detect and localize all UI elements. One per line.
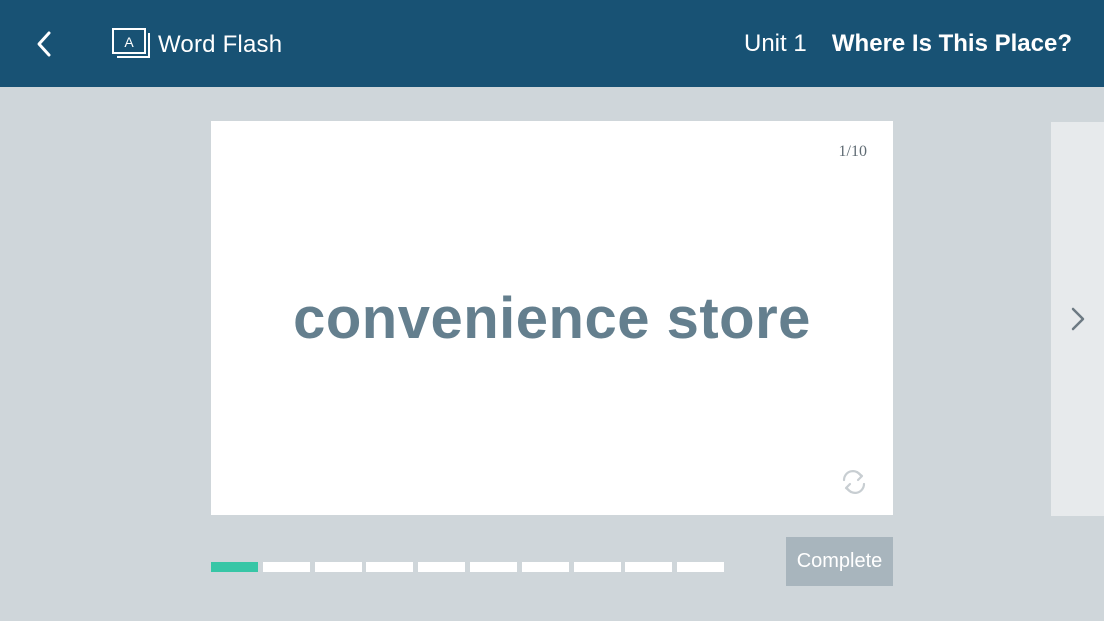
- next-card-button[interactable]: [1051, 122, 1104, 516]
- progress-segment: [211, 562, 258, 572]
- flashcard-icon: A: [111, 27, 153, 61]
- progress-segment: [470, 562, 517, 572]
- progress-segment: [314, 562, 362, 572]
- flashcard[interactable]: 1/10 convenience store: [211, 121, 893, 515]
- progress-segment: [573, 562, 621, 572]
- chevron-right-icon: [1071, 307, 1084, 331]
- progress-segment: [521, 562, 569, 572]
- progress-segment: [418, 562, 466, 572]
- flip-icon: [842, 470, 866, 494]
- flip-button[interactable]: [839, 467, 869, 497]
- top-bar: A Word Flash Unit 1 Where Is This Place?: [0, 0, 1104, 87]
- progress-segment: [677, 562, 725, 572]
- progress-segment: [262, 562, 310, 572]
- lesson-title: Where Is This Place?: [831, 30, 1072, 57]
- back-button[interactable]: [26, 26, 62, 62]
- progress-segment: [366, 562, 414, 572]
- chevron-left-icon: [37, 31, 51, 57]
- unit-label: Unit 1: [744, 30, 807, 57]
- app-title: Word Flash: [158, 31, 283, 58]
- logo-letter: A: [124, 34, 134, 50]
- progress-segment: [625, 562, 673, 572]
- card-counter: 1/10: [838, 143, 867, 160]
- complete-button[interactable]: Complete: [786, 537, 893, 586]
- flashcard-word: convenience store: [293, 286, 811, 351]
